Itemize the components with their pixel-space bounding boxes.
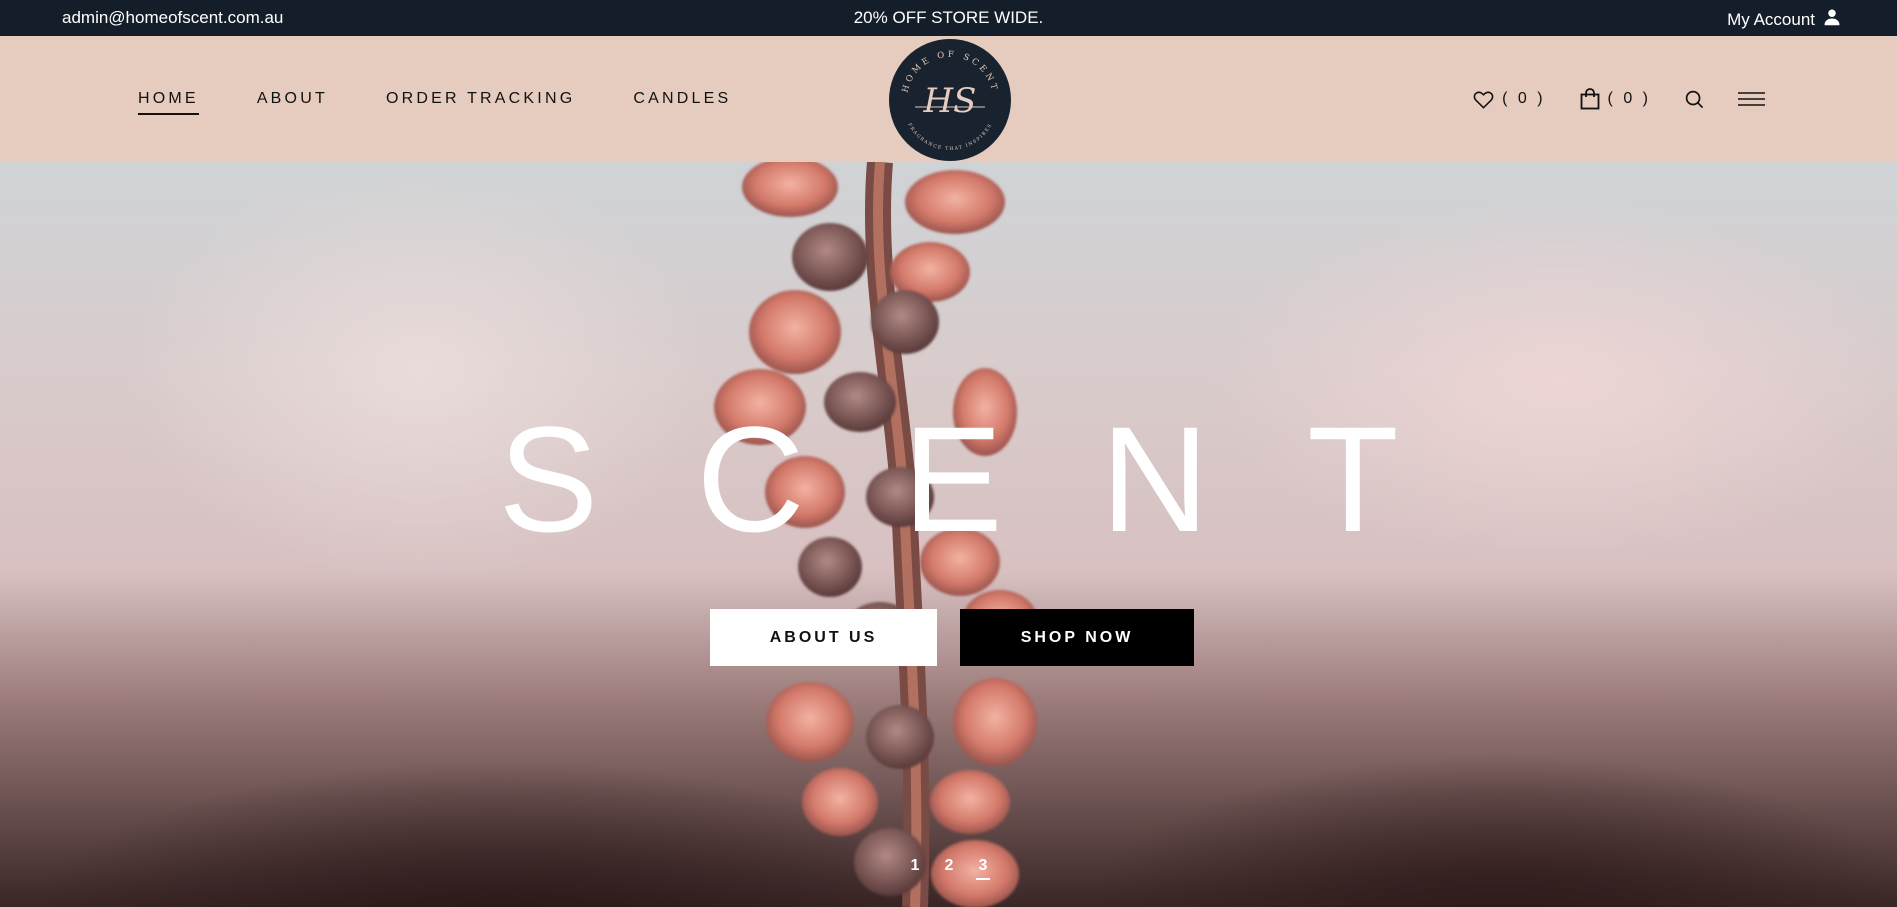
- shop-now-button[interactable]: SHOP NOW: [960, 609, 1194, 666]
- wishlist-count: ( 0 ): [1502, 90, 1546, 107]
- nav-item-candles[interactable]: CANDLES: [633, 90, 731, 115]
- logo-arc-bottom: FRAGRANCE THAT INSPIRES: [906, 122, 992, 152]
- slider-pagination: 1 2 3: [908, 857, 990, 880]
- header-actions: ( 0 ) ( 0 ): [1473, 88, 1765, 110]
- hero-slider: SCENT ABOUT US SHOP NOW 1 2 3: [0, 162, 1897, 907]
- promo-banner-text: 20% OFF STORE WIDE.: [853, 8, 1044, 27]
- logo-monogram: HS: [923, 81, 977, 121]
- search-button[interactable]: [1685, 90, 1704, 109]
- wishlist-button[interactable]: ( 0 ): [1473, 90, 1545, 109]
- home-of-scent-logo[interactable]: HOME OF SCENT FRAGRANCE THAT INSPIRES HS: [889, 39, 1011, 161]
- nav-item-about[interactable]: ABOUT: [257, 90, 328, 115]
- slide-dot-3[interactable]: 3: [976, 857, 990, 880]
- svg-text:FRAGRANCE THAT INSPIRES: FRAGRANCE THAT INSPIRES: [906, 122, 994, 152]
- menu-toggle-button[interactable]: [1738, 91, 1765, 107]
- slide-dot-1[interactable]: 1: [908, 857, 922, 880]
- hamburger-menu-icon: [1738, 91, 1765, 107]
- user-icon: [1823, 8, 1841, 31]
- cart-count: ( 0 ): [1607, 90, 1651, 107]
- about-us-button[interactable]: ABOUT US: [710, 609, 937, 666]
- main-navigation: HOME ABOUT ORDER TRACKING CANDLES: [138, 90, 731, 115]
- shopping-bag-icon: [1580, 88, 1600, 110]
- my-account-label: My Account: [1727, 9, 1815, 29]
- site-header: HOME ABOUT ORDER TRACKING CANDLES HOME O…: [0, 36, 1897, 162]
- heart-icon: [1473, 90, 1494, 109]
- search-icon: [1685, 90, 1704, 109]
- hero-title: SCENT: [498, 395, 1497, 563]
- nav-item-order-tracking[interactable]: ORDER TRACKING: [386, 90, 575, 115]
- nav-item-home[interactable]: HOME: [138, 90, 199, 115]
- slide-dot-2[interactable]: 2: [942, 857, 956, 880]
- cart-button[interactable]: ( 0 ): [1580, 88, 1651, 110]
- my-account-link[interactable]: My Account: [1727, 8, 1841, 31]
- top-announcement-bar: admin@homeofscent.com.au 20% OFF STORE W…: [0, 0, 1897, 36]
